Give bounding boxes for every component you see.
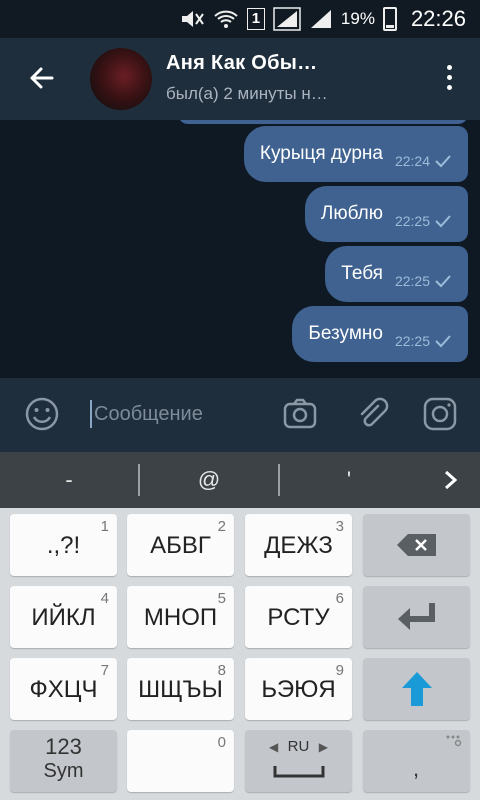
chevron-right-small-icon: ▶: [318, 740, 328, 754]
check-icon: [435, 275, 451, 288]
battery-percent: 19%: [340, 9, 375, 28]
keyboard: - @ ' 1.,?! 2 АБВГ 3 ДЕЖЗ 4 ИЙКЛ 5 МНОП 6 РСТ…: [0, 452, 480, 800]
signal-icon-2: [310, 10, 331, 28]
message-list: Курыця дурна 22:24 Люблю 22:25 Тебя 22:2…: [0, 120, 480, 378]
comma-key[interactable]: ,: [363, 730, 470, 792]
check-icon: [435, 155, 451, 168]
message-text: Безумно: [308, 323, 383, 344]
message-bubble[interactable]: Тебя 22:25: [325, 246, 468, 302]
message-time: 22:25: [394, 333, 430, 349]
enter-key[interactable]: [363, 586, 470, 648]
check-icon: [435, 215, 451, 228]
message-time: 22:24: [394, 153, 430, 169]
suggestion-apostrophe[interactable]: ': [280, 452, 418, 508]
last-seen-status: был(а) 2 минуты н…: [166, 84, 328, 103]
key-7[interactable]: 7 ФХЦЧ: [10, 658, 117, 720]
key-9[interactable]: 9 ЬЭЮЯ: [245, 658, 352, 720]
message-time: 22:25: [394, 273, 430, 289]
message-input[interactable]: Сообщение: [90, 400, 203, 428]
wifi-icon: [214, 10, 238, 28]
attach-icon[interactable]: [354, 396, 390, 432]
suggestion-bar: - @ ': [0, 452, 480, 508]
key-8[interactable]: 8 ШЩЪЫ: [127, 658, 234, 720]
emoji-icon[interactable]: [24, 396, 60, 432]
back-arrow-icon[interactable]: [22, 58, 62, 98]
sim-indicator: 1: [246, 8, 265, 30]
message-text: Тебя: [341, 263, 383, 284]
key-5[interactable]: 5 МНОП: [127, 586, 234, 648]
sym-key[interactable]: 123 Sym: [10, 730, 117, 792]
status-bar: 1 19% 22:26: [0, 0, 480, 38]
camera-icon[interactable]: [282, 396, 318, 432]
backspace-key[interactable]: [363, 514, 470, 576]
message-text: Курыця дурна: [259, 143, 383, 164]
key-1[interactable]: 1.,?!: [10, 514, 117, 576]
signal-icon: [273, 7, 301, 31]
suggestion-dash[interactable]: -: [0, 452, 138, 508]
key-2[interactable]: 2 АБВГ: [127, 514, 234, 576]
key-3[interactable]: 3 ДЕЖЗ: [245, 514, 352, 576]
shift-key[interactable]: [363, 658, 470, 720]
chat-title[interactable]: Аня Как Обы…: [166, 52, 317, 75]
message-bubble[interactable]: Люблю 22:25: [304, 186, 468, 242]
chevron-right-icon[interactable]: [438, 468, 462, 492]
enter-icon: [398, 603, 435, 630]
status-icons: 1 19% 22:26: [179, 0, 466, 38]
message-time: 22:25: [394, 213, 430, 229]
key-0[interactable]: 0: [127, 730, 234, 792]
key-4[interactable]: 4 ИЙКЛ: [10, 586, 117, 648]
mute-icon: [181, 11, 204, 27]
check-icon: [435, 335, 451, 348]
key-6[interactable]: 6 РСТУ: [245, 586, 352, 648]
settings-gear-icon: [446, 735, 462, 747]
previous-message-bubble[interactable]: [178, 120, 468, 124]
space-language-key[interactable]: ◀ RU ▶: [245, 730, 352, 792]
space-bar-icon: [273, 766, 325, 778]
more-menu-icon[interactable]: [444, 62, 454, 98]
message-bubble[interactable]: Безумно 22:25: [292, 306, 468, 362]
message-bubble[interactable]: Курыця дурна 22:24: [243, 126, 468, 182]
message-text: Люблю: [320, 203, 383, 224]
instagram-icon[interactable]: [422, 396, 458, 432]
avatar[interactable]: [90, 48, 152, 110]
shift-arrow-icon: [402, 672, 432, 706]
suggestion-at[interactable]: @: [140, 452, 278, 508]
battery-icon: [382, 7, 397, 31]
message-input-bar: Сообщение: [0, 378, 480, 452]
clock: 22:26: [410, 6, 466, 31]
backspace-icon: [397, 534, 436, 556]
chat-header: Аня Как Обы… был(а) 2 минуты н…: [0, 38, 480, 120]
